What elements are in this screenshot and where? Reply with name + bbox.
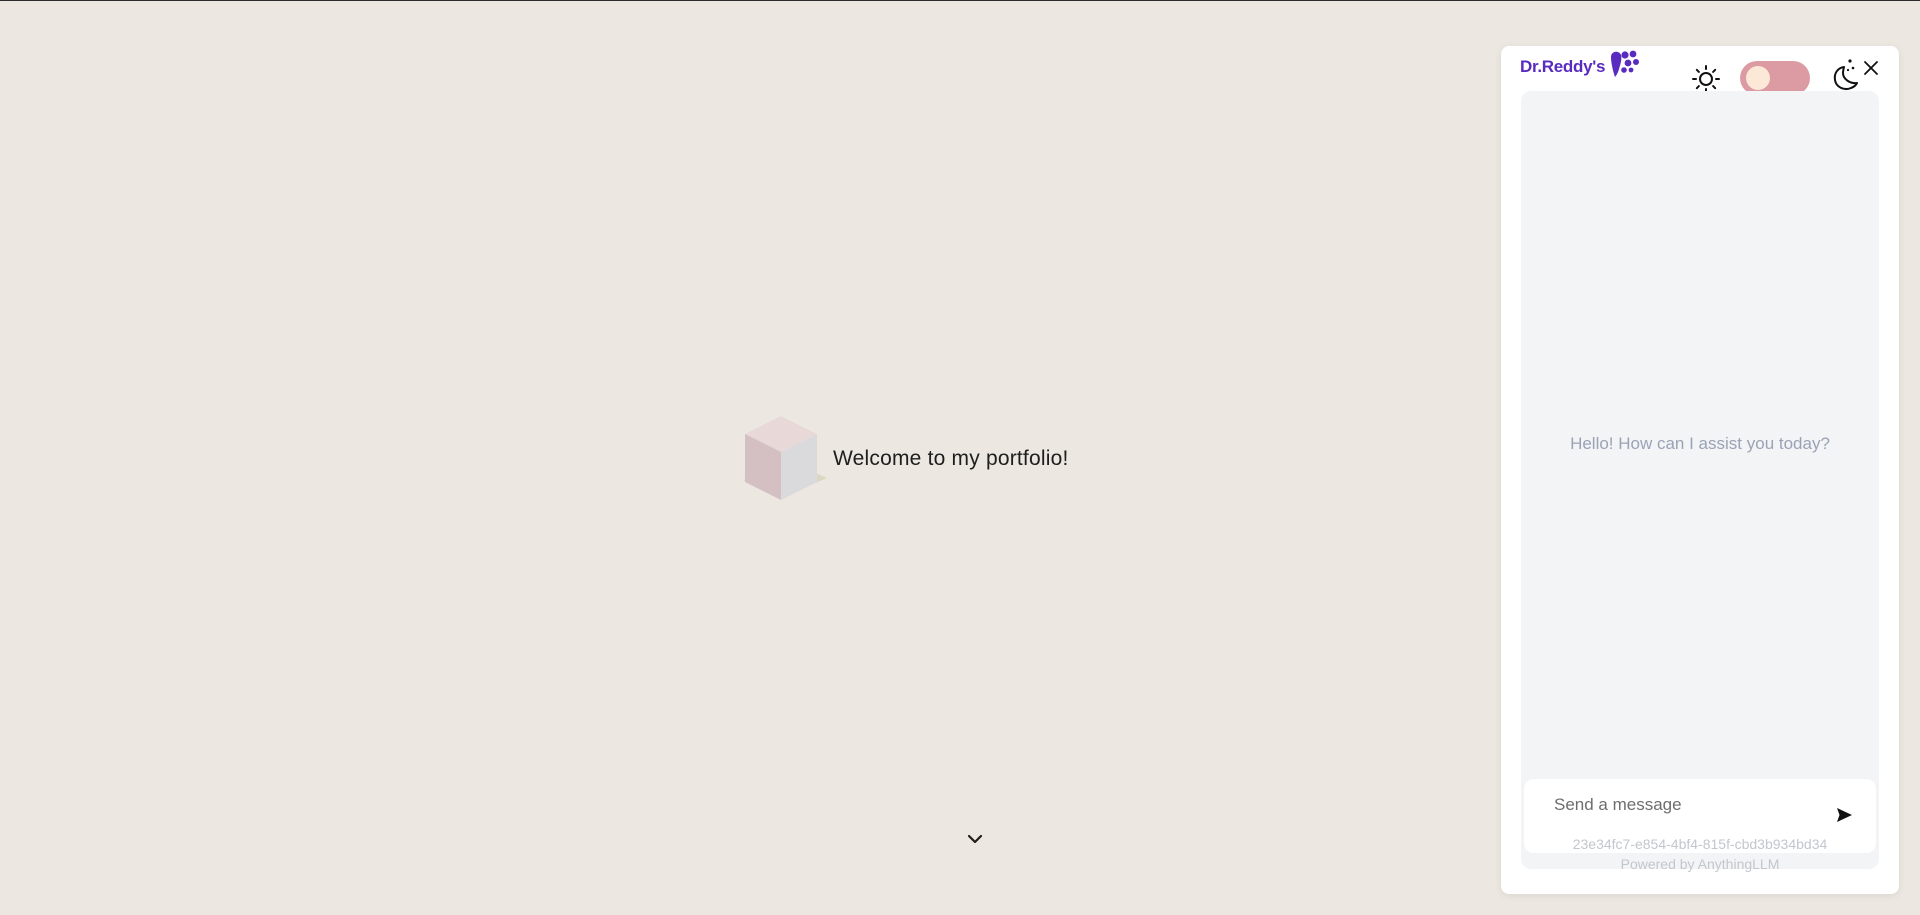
sun-icon	[1692, 65, 1720, 93]
brand-logo: Dr.Reddy's	[1520, 50, 1641, 79]
chat-messages-area: Hello! How can I assist you today?	[1521, 91, 1879, 869]
heart-logo-icon	[1611, 50, 1640, 77]
hero-text: Welcome to my portfolio!	[833, 447, 1069, 470]
send-icon[interactable]	[1834, 805, 1854, 825]
chat-header: Dr.Reddy's	[1501, 46, 1899, 95]
cube-icon	[743, 416, 827, 500]
top-border	[0, 0, 1920, 1]
greeting-message: Hello! How can I assist you today?	[1570, 434, 1830, 453]
chevron-down-icon[interactable]	[966, 830, 984, 848]
powered-by-link[interactable]: Powered by AnythingLLM	[1501, 856, 1899, 872]
chat-widget: Dr.Reddy's Hello! How can I assist you t…	[1501, 46, 1899, 894]
brand-name: Dr.Reddy's	[1520, 57, 1606, 76]
message-input[interactable]	[1552, 791, 1826, 819]
hero: Welcome to my portfolio!	[735, 410, 1069, 508]
close-icon[interactable]	[1861, 58, 1881, 78]
theme-toggle[interactable]	[1740, 61, 1810, 95]
moon-icon	[1833, 59, 1858, 90]
session-id: 23e34fc7-e854-4bf4-815f-cbd3b934bd34	[1572, 836, 1828, 852]
toggle-knob	[1746, 66, 1770, 90]
